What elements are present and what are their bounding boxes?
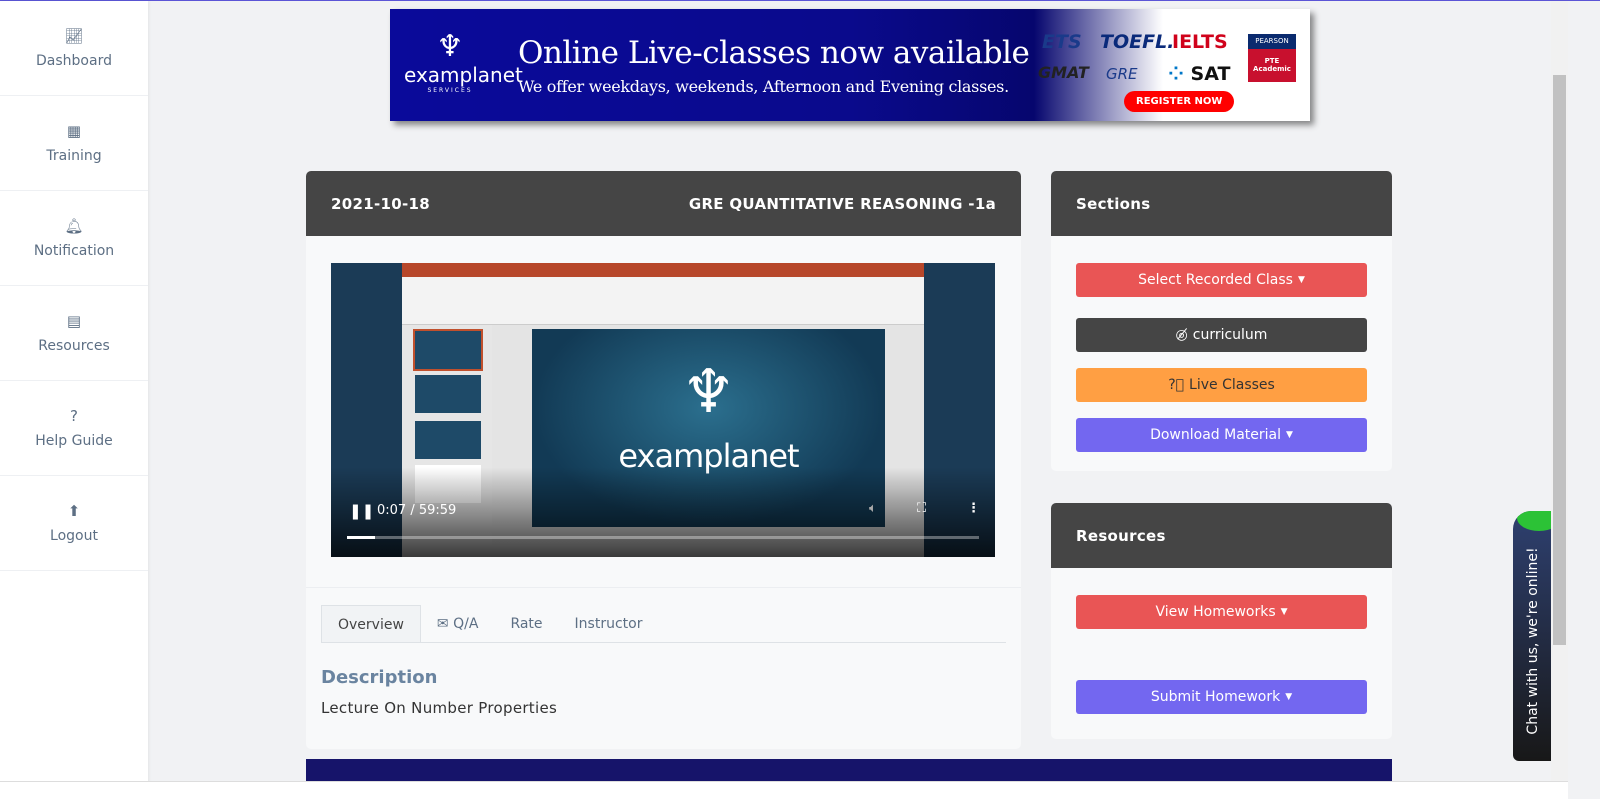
caret-down-icon: ▼ (1297, 275, 1305, 285)
lesson-header: 2021-10-18 GRE QUANTITATIVE REASONING -1… (306, 171, 1021, 236)
chart-area-icon: 📈︎ (64, 27, 84, 45)
sidebar-item-training[interactable]: ▦ Training (0, 96, 148, 191)
curriculum-button[interactable]: ◎̸ curriculum (1076, 318, 1367, 352)
sections-title: Sections (1051, 171, 1392, 236)
caret-down-icon: ▼ (1285, 692, 1293, 702)
tab-overview[interactable]: Overview (321, 605, 421, 642)
video-controls: ❚❚ 0:07 / 59:59 🔈︎ ⛶ ⋮ (331, 497, 995, 557)
ppt-titlebar (402, 263, 924, 277)
lesson-date: 2021-10-18 (331, 194, 430, 213)
caret-down-icon: ▼ (1286, 430, 1293, 440)
bell-icon: 🔔︎ (64, 217, 84, 235)
live-classes-button[interactable]: ?⃝ Live Classes (1076, 368, 1367, 402)
submit-homework-button[interactable]: Submit Homework ▼ (1076, 680, 1367, 714)
arrow-up-icon: ⬆ (67, 502, 81, 520)
ppt-ribbon (402, 277, 924, 325)
sidebar-item-resources[interactable]: ▤ Resources (0, 286, 148, 381)
sidebar-item-label: Training (46, 148, 102, 164)
slide-thumbnail (413, 329, 483, 371)
sidebar-item-label: Help Guide (35, 433, 113, 449)
register-now-button[interactable]: REGISTER NOW (1124, 91, 1235, 112)
chat-widget[interactable]: Chat with us, we're online! (1513, 511, 1553, 761)
eye-slash-icon: ◎̸ (1175, 327, 1188, 343)
gmat-logo: GMAT (1038, 63, 1089, 82)
banner-headline: Online Live-classes now available (518, 35, 1030, 71)
view-homeworks-button[interactable]: View Homeworks ▼ (1076, 595, 1367, 629)
sidebar-item-logout[interactable]: ⬆ Logout (0, 476, 148, 571)
banner-subline: We offer weekdays, weekends, Afternoon a… (518, 77, 1009, 96)
video-progress-fill (347, 536, 376, 539)
toefl-logo: TOEFL. (1100, 31, 1175, 53)
fullscreen-icon[interactable]: ⛶ (917, 501, 926, 516)
video-player[interactable]: ♆ examplanet ❚❚ 0:07 / 59:59 🔈︎ ⛶ ⋮ (331, 263, 995, 557)
video-progress-bar[interactable] (347, 536, 979, 539)
sidebar-item-label: Resources (38, 338, 110, 354)
pearson-pte-logo: PEARSON PTE Academic (1248, 34, 1296, 82)
promo-banner[interactable]: ♆ examplanet SERVICES Online Live-classes … (390, 9, 1310, 121)
sidebar-item-label: Notification (33, 243, 115, 259)
sat-logo: ⁘ SAT (1168, 63, 1231, 85)
slide-thumbnail (415, 375, 481, 413)
pause-icon[interactable]: ❚❚ (349, 502, 374, 520)
ets-logo: ETS (1042, 31, 1082, 53)
document-icon: ▤ (66, 312, 82, 330)
sidebar-item-dashboard[interactable]: 📈︎ Dashboard (0, 1, 148, 96)
sidebar-item-label: Logout (50, 528, 98, 544)
chat-label: Chat with us, we're online! (1525, 547, 1541, 735)
envelope-icon: ✉ (436, 616, 449, 632)
tab-instructor[interactable]: Instructor (559, 605, 659, 642)
slide-thumbnail (415, 421, 481, 459)
grid-icon: ▦ (66, 122, 82, 140)
ielts-logo: IELTS (1172, 31, 1228, 53)
resources-card: Resources View Homeworks ▼ Submit Homewor… (1051, 503, 1392, 739)
sections-card: Sections Select Recorded Class ▼ ◎̸ curric… (1051, 171, 1392, 471)
question-circle-icon: ?⃝ (1168, 377, 1185, 393)
resources-title: Resources (1051, 503, 1392, 568)
more-options-icon[interactable]: ⋮ (967, 501, 980, 516)
volume-icon[interactable]: 🔈︎ (869, 501, 877, 516)
download-material-button[interactable]: Download Material ▼ (1076, 418, 1367, 452)
sidebar-item-label: Dashboard (36, 53, 112, 69)
description-text: Lecture On Number Properties (321, 699, 558, 717)
lesson-tabs: Overview ✉ Q/A Rate Instructor (321, 605, 1006, 643)
video-time: 0:07 / 59:59 (377, 503, 457, 518)
tab-qa[interactable]: ✉ Q/A (421, 605, 495, 642)
description-heading: Description (321, 667, 438, 688)
tab-rate[interactable]: Rate (494, 605, 558, 642)
sidebar: 📈︎ Dashboard ▦ Training 🔔︎ Notification ▤ Re… (0, 1, 148, 799)
horizontal-scrollbar[interactable] (0, 781, 1568, 799)
caret-down-icon: ▼ (1280, 607, 1288, 617)
lesson-card: 2021-10-18 GRE QUANTITATIVE REASONING -1… (306, 171, 1021, 749)
sidebar-item-notification[interactable]: 🔔︎ Notification (0, 191, 148, 286)
examplanet-logo: ♆ examplanet SERVICES (404, 29, 523, 95)
question-icon: ? (70, 407, 78, 425)
lesson-title: GRE QUANTITATIVE REASONING -1a (688, 194, 996, 213)
select-recorded-class-button[interactable]: Select Recorded Class ▼ (1076, 263, 1367, 297)
sidebar-item-help-guide[interactable]: ? Help Guide (0, 381, 148, 476)
scrollbar-thumb[interactable] (1553, 75, 1566, 645)
gre-logo: GRE (1106, 65, 1138, 83)
online-indicator (1517, 511, 1553, 531)
vertical-scrollbar[interactable] (1551, 1, 1568, 781)
